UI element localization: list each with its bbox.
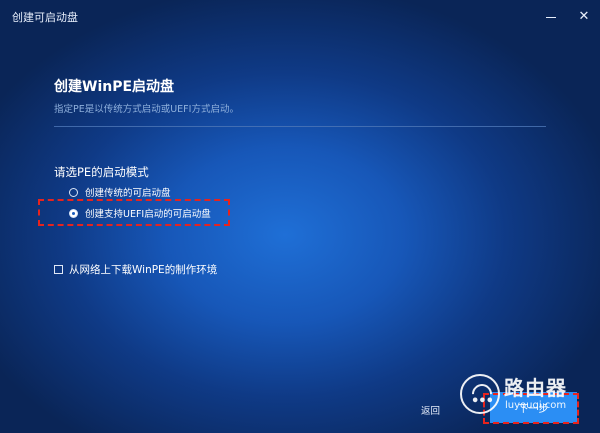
create-bootable-disk-window: 创建可启动盘 ✕ 创建WinPE启动盘 指定PE是以传统方式启动或UEFI方式启… [0,0,600,433]
download-winpe-checkbox[interactable]: 从网络上下载WinPE的制作环境 [54,262,217,277]
radio-legacy-boot[interactable]: 创建传统的可启动盘 [69,185,171,199]
window-title: 创建可启动盘 [12,11,78,24]
close-button[interactable]: ✕ [573,5,595,27]
radio-icon[interactable] [69,187,78,197]
watermark-title: 路由器 [504,376,567,400]
boot-mode-label: 请选PE的启动模式 [54,165,149,179]
close-icon: ✕ [578,8,590,24]
divider [54,126,546,127]
checkbox-icon[interactable] [54,265,63,274]
page-subtitle: 指定PE是以传统方式启动或UEFI方式启动。 [54,104,239,115]
minimize-icon [546,16,556,19]
watermark: ••• 路由器 luyouqi.com [460,368,598,420]
highlight-box-uefi [38,199,230,226]
back-button[interactable]: 返回 [421,403,440,417]
title-bar: 创建可启动盘 ✕ [0,0,600,33]
watermark-url: luyouqi.com [505,400,567,411]
watermark-dots: ••• [471,394,494,409]
page-title: 创建WinPE启动盘 [54,79,175,95]
radio-legacy-boot-label: 创建传统的可启动盘 [85,188,171,199]
minimize-button[interactable] [540,5,562,27]
download-winpe-label: 从网络上下载WinPE的制作环境 [69,264,218,276]
